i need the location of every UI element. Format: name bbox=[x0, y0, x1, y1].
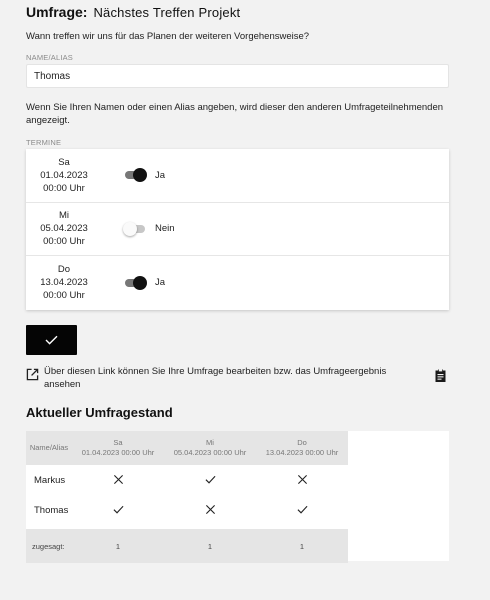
name-hint: Wenn Sie Ihren Namen oder einen Alias an… bbox=[26, 102, 444, 126]
column-day: Mi bbox=[206, 438, 214, 447]
check-icon bbox=[297, 506, 307, 515]
cross-icon bbox=[113, 475, 123, 485]
date-time: 00:00 Uhr bbox=[43, 182, 85, 194]
survey-question: Wann treffen wir uns für das Planen der … bbox=[26, 31, 310, 42]
check-icon bbox=[113, 506, 123, 515]
open-in-new-icon[interactable] bbox=[26, 368, 39, 381]
sum-label: zugesagt: bbox=[26, 529, 72, 563]
date-day: Sa bbox=[58, 156, 70, 168]
clipboard-icon[interactable] bbox=[434, 368, 447, 383]
date-option: Do 13.04.2023 00:00 Uhr Ja bbox=[26, 256, 449, 310]
header-prefix: Umfrage: bbox=[26, 4, 88, 20]
table-row: Thomas bbox=[26, 495, 348, 525]
sum-value: 1 bbox=[164, 529, 256, 563]
sum-value: 1 bbox=[72, 529, 164, 563]
date-time: 00:00 Uhr bbox=[43, 290, 85, 302]
cross-icon bbox=[205, 505, 215, 515]
toggle-label: Ja bbox=[155, 169, 166, 181]
name-field-label: NAME/ALIAS bbox=[26, 53, 74, 62]
sum-value: 1 bbox=[256, 529, 348, 563]
edit-link-row: Über diesen Link können Sie Ihre Umfrage… bbox=[26, 365, 449, 391]
vote-cell bbox=[256, 465, 348, 495]
column-datetime: 05.04.2023 00:00 Uhr bbox=[173, 448, 247, 457]
participant-name: Thomas bbox=[34, 504, 69, 516]
date-column-header: Do 13.04.2023 00:00 Uhr bbox=[256, 431, 348, 465]
date-info: Do 13.04.2023 00:00 Uhr bbox=[26, 263, 102, 302]
vote-cell bbox=[164, 495, 256, 525]
name-column-header: Name/Alias bbox=[26, 431, 72, 465]
results-title: Aktueller Umfragestand bbox=[26, 405, 173, 420]
submit-button[interactable] bbox=[26, 325, 77, 355]
availability-toggle[interactable]: Ja bbox=[124, 168, 166, 183]
availability-toggle[interactable]: Ja bbox=[124, 275, 166, 290]
participant-name: Markus bbox=[34, 474, 66, 486]
date-time: 00:00 Uhr bbox=[43, 236, 85, 248]
vote-cell bbox=[72, 495, 164, 525]
sum-row: zugesagt: 1 1 1 bbox=[26, 529, 348, 563]
column-datetime: 01.04.2023 00:00 Uhr bbox=[81, 448, 155, 457]
page-title: Nächstes Treffen Projekt bbox=[93, 5, 241, 20]
date-day: Mi bbox=[58, 210, 70, 222]
date-info: Sa 01.04.2023 00:00 Uhr bbox=[26, 156, 102, 195]
results-header-row: Name/Alias Sa 01.04.2023 00:00 Uhr Mi 05.0… bbox=[26, 431, 348, 465]
results-table: Name/Alias Sa 01.04.2023 00:00 Uhr Mi 05.0… bbox=[26, 431, 449, 563]
vote-cell bbox=[256, 495, 348, 525]
column-day: Sa bbox=[113, 438, 123, 447]
name-alias-input[interactable] bbox=[26, 64, 449, 88]
check-icon bbox=[205, 476, 215, 485]
dates-label: TERMINE bbox=[26, 138, 62, 147]
date-column-header: Sa 01.04.2023 00:00 Uhr bbox=[72, 431, 164, 465]
date-option: Mi 05.04.2023 00:00 Uhr Nein bbox=[26, 203, 449, 257]
availability-toggle[interactable]: Nein bbox=[123, 221, 175, 236]
dates-list: Sa 01.04.2023 00:00 Uhr Ja Mi 05.04.2023… bbox=[26, 149, 449, 310]
table-row: Markus bbox=[26, 465, 348, 495]
toggle-switch[interactable] bbox=[124, 168, 147, 183]
date-date: 01.04.2023 bbox=[40, 169, 88, 181]
date-column-header: Mi 05.04.2023 00:00 Uhr bbox=[164, 431, 256, 465]
vote-cell bbox=[164, 465, 256, 495]
date-day: Do bbox=[57, 264, 71, 276]
date-date: 13.04.2023 bbox=[40, 277, 88, 289]
toggle-switch[interactable] bbox=[123, 221, 146, 236]
vote-cell bbox=[72, 465, 164, 495]
toggle-switch[interactable] bbox=[124, 275, 147, 290]
toggle-label: Ja bbox=[155, 277, 166, 289]
date-info: Mi 05.04.2023 00:00 Uhr bbox=[26, 209, 102, 248]
column-day: Do bbox=[297, 438, 307, 447]
date-date: 05.04.2023 bbox=[40, 223, 88, 235]
cross-icon bbox=[297, 475, 307, 485]
date-option: Sa 01.04.2023 00:00 Uhr Ja bbox=[26, 149, 449, 203]
page-header: Umfrage: Nächstes Treffen Projekt bbox=[26, 4, 240, 20]
column-datetime: 13.04.2023 00:00 Uhr bbox=[265, 448, 339, 457]
toggle-label: Nein bbox=[155, 223, 175, 235]
edit-link[interactable]: Über diesen Link können Sie Ihre Umfrage… bbox=[44, 365, 399, 391]
check-icon bbox=[45, 335, 58, 345]
